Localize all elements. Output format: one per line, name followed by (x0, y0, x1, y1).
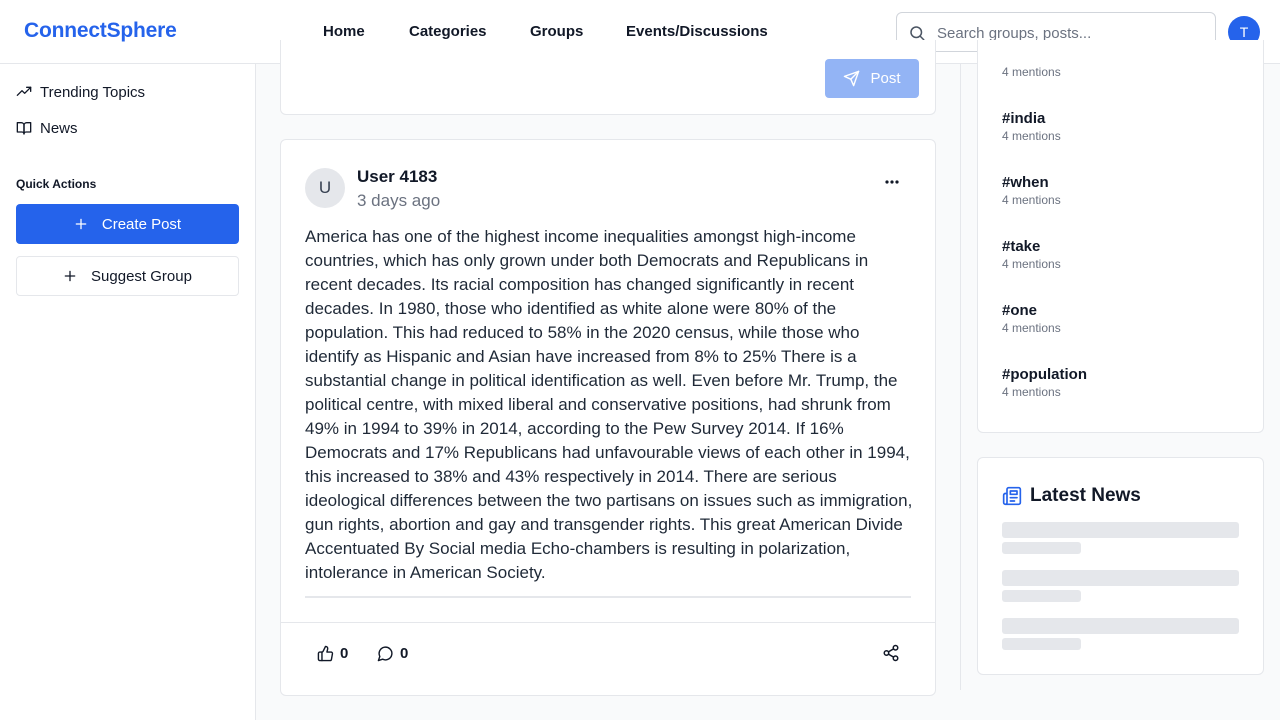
column-divider (960, 64, 961, 690)
plus-icon (64, 270, 76, 282)
post-submit-label: Post (870, 70, 901, 87)
trending-tag[interactable]: #take (1002, 238, 1040, 255)
post-content: America has one of the highest income in… (305, 227, 913, 582)
content-divider (305, 596, 911, 598)
like-button[interactable]: 0 (317, 643, 348, 663)
post-author-name[interactable]: User 4183 (357, 167, 437, 187)
news-skeleton-line (1002, 542, 1081, 554)
news-skeleton-line (1002, 590, 1081, 602)
news-skeleton-line (1002, 618, 1239, 634)
suggest-group-label: Suggest Group (91, 267, 192, 285)
sidebar-item-label: News (40, 119, 78, 137)
trending-tag[interactable]: #when (1002, 174, 1049, 191)
footer-divider (281, 622, 935, 623)
trending-tag-count: 4 mentions (1002, 321, 1061, 335)
news-skeleton-line (1002, 570, 1239, 586)
sidebar-item-news[interactable]: News (16, 117, 78, 139)
left-sidebar: Trending Topics News Quick Actions Creat… (0, 64, 256, 720)
trending-tag-count: 4 mentions (1002, 193, 1061, 207)
plus-icon (75, 218, 87, 230)
thumbs-up-icon (317, 645, 334, 661)
news-skeleton-line (1002, 638, 1081, 650)
sidebar-item-trending-topics[interactable]: Trending Topics (16, 81, 145, 103)
comment-icon (377, 645, 393, 661)
trending-tag-count: 4 mentions (1002, 65, 1061, 79)
trending-tag-count: 4 mentions (1002, 385, 1061, 399)
comment-count: 0 (400, 644, 409, 662)
book-open-icon (16, 122, 32, 135)
create-post-label: Create Post (101, 215, 182, 233)
quick-actions-heading: Quick Actions (16, 177, 97, 191)
post-submit-button[interactable]: Post (825, 59, 919, 98)
trending-tag-count: 4 mentions (1002, 129, 1061, 143)
post-author-avatar[interactable]: U (305, 168, 345, 208)
nav-categories[interactable]: Categories (409, 23, 487, 40)
more-options-icon[interactable] (882, 172, 902, 192)
share-icon[interactable] (882, 644, 900, 662)
create-post-button[interactable]: Create Post (16, 204, 239, 244)
nav-home[interactable]: Home (323, 23, 365, 40)
suggest-group-button[interactable]: Suggest Group (16, 256, 239, 296)
sidebar-item-label: Trending Topics (40, 83, 146, 101)
trending-tag[interactable]: #one (1002, 302, 1037, 319)
brand-logo[interactable]: ConnectSphere (24, 19, 177, 43)
newspaper-icon (1002, 486, 1022, 506)
like-count: 0 (340, 644, 349, 662)
nav-events-discussions[interactable]: Events/Discussions (626, 23, 768, 40)
comment-button[interactable]: 0 (377, 643, 408, 663)
post-timestamp: 3 days ago (357, 191, 441, 210)
trending-up-icon (16, 86, 32, 96)
send-icon (844, 70, 860, 87)
nav-groups[interactable]: Groups (530, 23, 583, 40)
news-skeleton-line (1002, 522, 1239, 538)
trending-tag[interactable]: #population (1002, 366, 1087, 383)
latest-news-heading: Latest News (1030, 485, 1141, 506)
trending-tag[interactable]: #india (1002, 110, 1045, 127)
trending-tag-count: 4 mentions (1002, 257, 1061, 271)
